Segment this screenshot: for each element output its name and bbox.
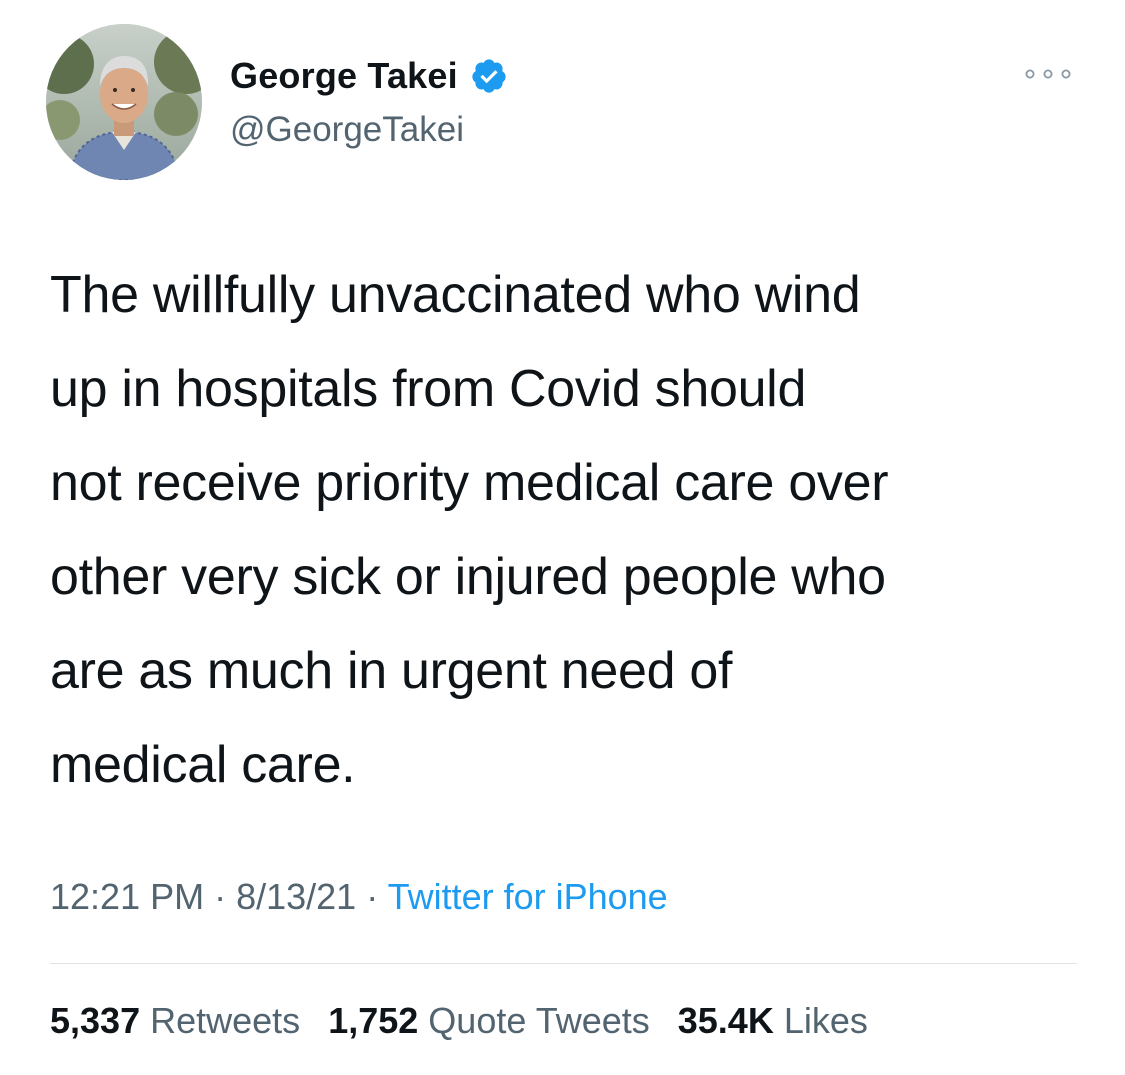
meta-separator: · xyxy=(204,876,237,917)
tweet-date[interactable]: 8/13/21 xyxy=(236,876,356,917)
likes-count: 35.4K xyxy=(677,1000,774,1041)
quote-tweets-stat[interactable]: 1,752 Quote Tweets xyxy=(328,1000,650,1041)
author-handle[interactable]: @GeorgeTakei xyxy=(230,110,464,150)
verified-badge-icon xyxy=(470,57,508,95)
meta-separator: · xyxy=(356,876,388,917)
tweet-meta: 12:21 PM · 8/13/21 · Twitter for iPhone xyxy=(50,876,668,918)
retweets-stat[interactable]: 5,337 Retweets xyxy=(50,1000,300,1041)
quote-tweets-count: 1,752 xyxy=(328,1000,419,1041)
divider xyxy=(50,963,1077,964)
author-name-row[interactable]: George Takei xyxy=(230,54,508,98)
profile-photo-icon xyxy=(46,24,202,180)
tweet-source-link[interactable]: Twitter for iPhone xyxy=(388,876,668,917)
retweets-count: 5,337 xyxy=(50,1000,141,1041)
more-options-button[interactable] xyxy=(1020,62,1076,86)
display-name[interactable]: George Takei xyxy=(230,55,458,97)
tweet-time[interactable]: 12:21 PM xyxy=(50,876,204,917)
retweets-label: Retweets xyxy=(150,1000,301,1041)
engagement-stats: 5,337 Retweets 1,752 Quote Tweets 35.4K Li… xyxy=(50,1000,868,1042)
avatar[interactable] xyxy=(46,24,202,180)
quote-tweets-label: Quote Tweets xyxy=(428,1000,650,1041)
likes-label: Likes xyxy=(783,1000,868,1041)
tweet-text: The willfully unvaccinated who wind up i… xyxy=(50,266,889,794)
more-dots-icon xyxy=(1025,69,1071,79)
likes-stat[interactable]: 35.4K Likes xyxy=(678,1000,868,1041)
